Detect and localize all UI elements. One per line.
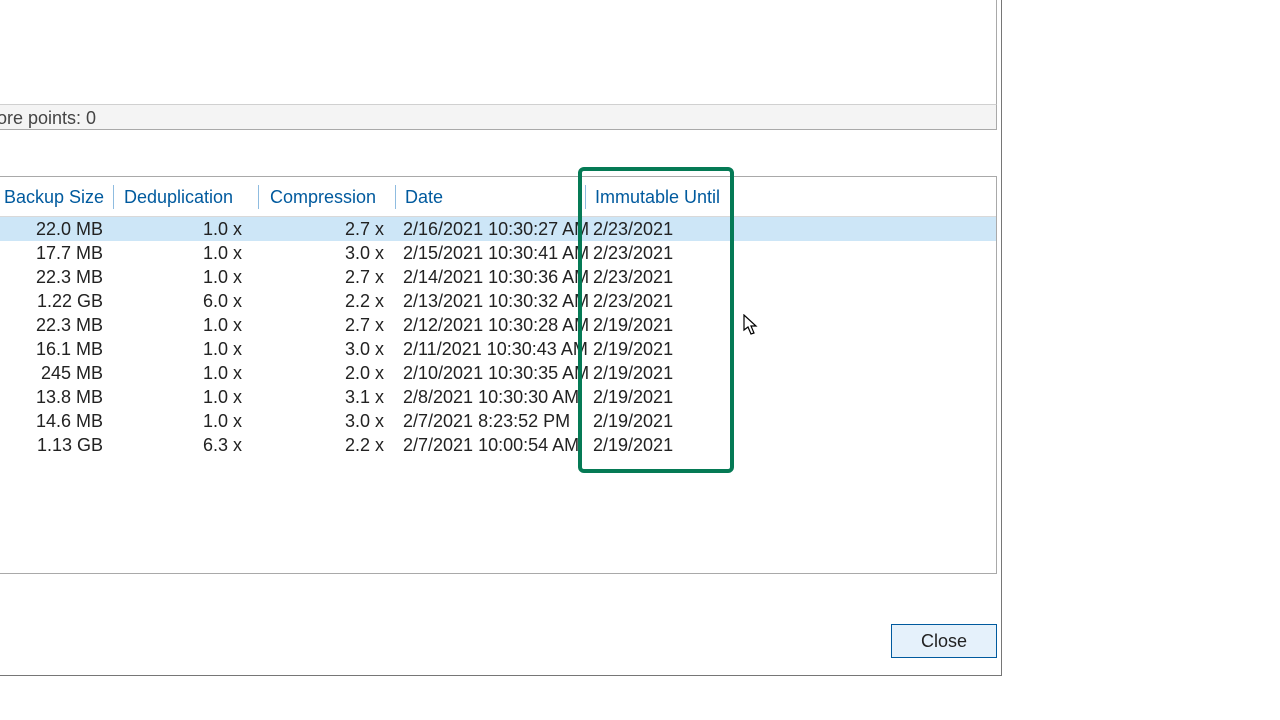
cell-backup-size: 22.0 MB bbox=[0, 217, 115, 241]
col-header-backup-size[interactable]: Backup Size bbox=[0, 177, 115, 217]
cell-backup-size: 16.1 MB bbox=[0, 337, 115, 361]
cell-backup-size: 22.3 MB bbox=[0, 313, 115, 337]
cell-deduplication: 1.0 x bbox=[120, 265, 260, 289]
cell-compression: 3.0 x bbox=[266, 409, 396, 433]
cell-date: 2/16/2021 10:30:27 AM bbox=[401, 217, 586, 241]
cell-backup-size: 245 MB bbox=[0, 361, 115, 385]
cell-deduplication: 1.0 x bbox=[120, 217, 260, 241]
cell-date: 2/13/2021 10:30:32 AM bbox=[401, 289, 586, 313]
cell-immutable-until: 2/19/2021 bbox=[591, 337, 731, 361]
col-header-deduplication[interactable]: Deduplication bbox=[120, 177, 260, 217]
cell-immutable-until: 2/19/2021 bbox=[591, 385, 731, 409]
cell-deduplication: 1.0 x bbox=[120, 337, 260, 361]
cell-immutable-until: 2/23/2021 bbox=[591, 217, 731, 241]
table-row[interactable]: 22.0 MB1.0 x2.7 x2/16/2021 10:30:27 AM2/… bbox=[0, 217, 996, 241]
table-body: 22.0 MB1.0 x2.7 x2/16/2021 10:30:27 AM2/… bbox=[0, 217, 996, 457]
cell-deduplication: 1.0 x bbox=[120, 409, 260, 433]
cell-immutable-until: 2/19/2021 bbox=[591, 409, 731, 433]
table-row[interactable]: 245 MB1.0 x2.0 x2/10/2021 10:30:35 AM2/1… bbox=[0, 361, 996, 385]
cell-compression: 3.1 x bbox=[266, 385, 396, 409]
upper-blank-panel bbox=[0, 0, 997, 104]
cell-date: 2/7/2021 10:00:54 AM bbox=[401, 433, 586, 457]
cell-deduplication: 6.0 x bbox=[120, 289, 260, 313]
col-header-compression[interactable]: Compression bbox=[266, 177, 396, 217]
col-header-date[interactable]: Date bbox=[401, 177, 586, 217]
cell-backup-size: 1.13 GB bbox=[0, 433, 115, 457]
table-row[interactable]: 1.13 GB6.3 x2.2 x2/7/2021 10:00:54 AM2/1… bbox=[0, 433, 996, 457]
cell-backup-size: 13.8 MB bbox=[0, 385, 115, 409]
cell-deduplication: 1.0 x bbox=[120, 385, 260, 409]
cell-date: 2/14/2021 10:30:36 AM bbox=[401, 265, 586, 289]
cell-compression: 2.2 x bbox=[266, 433, 396, 457]
cell-immutable-until: 2/23/2021 bbox=[591, 265, 731, 289]
cell-date: 2/12/2021 10:30:28 AM bbox=[401, 313, 586, 337]
cell-backup-size: 14.6 MB bbox=[0, 409, 115, 433]
cell-date: 2/11/2021 10:30:43 AM bbox=[401, 337, 586, 361]
cell-immutable-until: 2/19/2021 bbox=[591, 433, 731, 457]
cell-compression: 2.7 x bbox=[266, 313, 396, 337]
table-row[interactable]: 22.3 MB1.0 x2.7 x2/14/2021 10:30:36 AM2/… bbox=[0, 265, 996, 289]
cell-date: 2/15/2021 10:30:41 AM bbox=[401, 241, 586, 265]
cell-compression: 3.0 x bbox=[266, 337, 396, 361]
cell-compression: 2.2 x bbox=[266, 289, 396, 313]
table-header-row: Backup Size Deduplication Compression Da… bbox=[0, 177, 996, 217]
cell-backup-size: 1.22 GB bbox=[0, 289, 115, 313]
cell-compression: 2.7 x bbox=[266, 265, 396, 289]
table-row[interactable]: 1.22 GB6.0 x2.2 x2/13/2021 10:30:32 AM2/… bbox=[0, 289, 996, 313]
cell-immutable-until: 2/23/2021 bbox=[591, 241, 731, 265]
restore-points-table[interactable]: Backup Size Deduplication Compression Da… bbox=[0, 176, 997, 574]
cell-immutable-until: 2/19/2021 bbox=[591, 313, 731, 337]
cell-compression: 3.0 x bbox=[266, 241, 396, 265]
cell-date: 2/7/2021 8:23:52 PM bbox=[401, 409, 586, 433]
cell-deduplication: 1.0 x bbox=[120, 313, 260, 337]
cell-date: 2/10/2021 10:30:35 AM bbox=[401, 361, 586, 385]
table-row[interactable]: 13.8 MB1.0 x3.1 x2/8/2021 10:30:30 AM2/1… bbox=[0, 385, 996, 409]
col-separator bbox=[585, 185, 586, 209]
col-separator bbox=[258, 185, 259, 209]
restore-points-label: Restore points: 0 bbox=[0, 104, 997, 130]
cell-date: 2/8/2021 10:30:30 AM bbox=[401, 385, 586, 409]
cell-backup-size: 22.3 MB bbox=[0, 265, 115, 289]
cell-deduplication: 1.0 x bbox=[120, 361, 260, 385]
cell-compression: 2.7 x bbox=[266, 217, 396, 241]
table-row[interactable]: 22.3 MB1.0 x2.7 x2/12/2021 10:30:28 AM2/… bbox=[0, 313, 996, 337]
cell-backup-size: 17.7 MB bbox=[0, 241, 115, 265]
table-row[interactable]: 16.1 MB1.0 x3.0 x2/11/2021 10:30:43 AM2/… bbox=[0, 337, 996, 361]
cell-immutable-until: 2/19/2021 bbox=[591, 361, 731, 385]
col-separator bbox=[395, 185, 396, 209]
cell-deduplication: 6.3 x bbox=[120, 433, 260, 457]
col-header-immutable-until[interactable]: Immutable Until bbox=[591, 177, 731, 217]
cell-deduplication: 1.0 x bbox=[120, 241, 260, 265]
cell-compression: 2.0 x bbox=[266, 361, 396, 385]
col-separator bbox=[113, 185, 114, 209]
table-row[interactable]: 14.6 MB1.0 x3.0 x2/7/2021 8:23:52 PM2/19… bbox=[0, 409, 996, 433]
cell-immutable-until: 2/23/2021 bbox=[591, 289, 731, 313]
close-button[interactable]: Close bbox=[891, 624, 997, 658]
table-row[interactable]: 17.7 MB1.0 x3.0 x2/15/2021 10:30:41 AM2/… bbox=[0, 241, 996, 265]
